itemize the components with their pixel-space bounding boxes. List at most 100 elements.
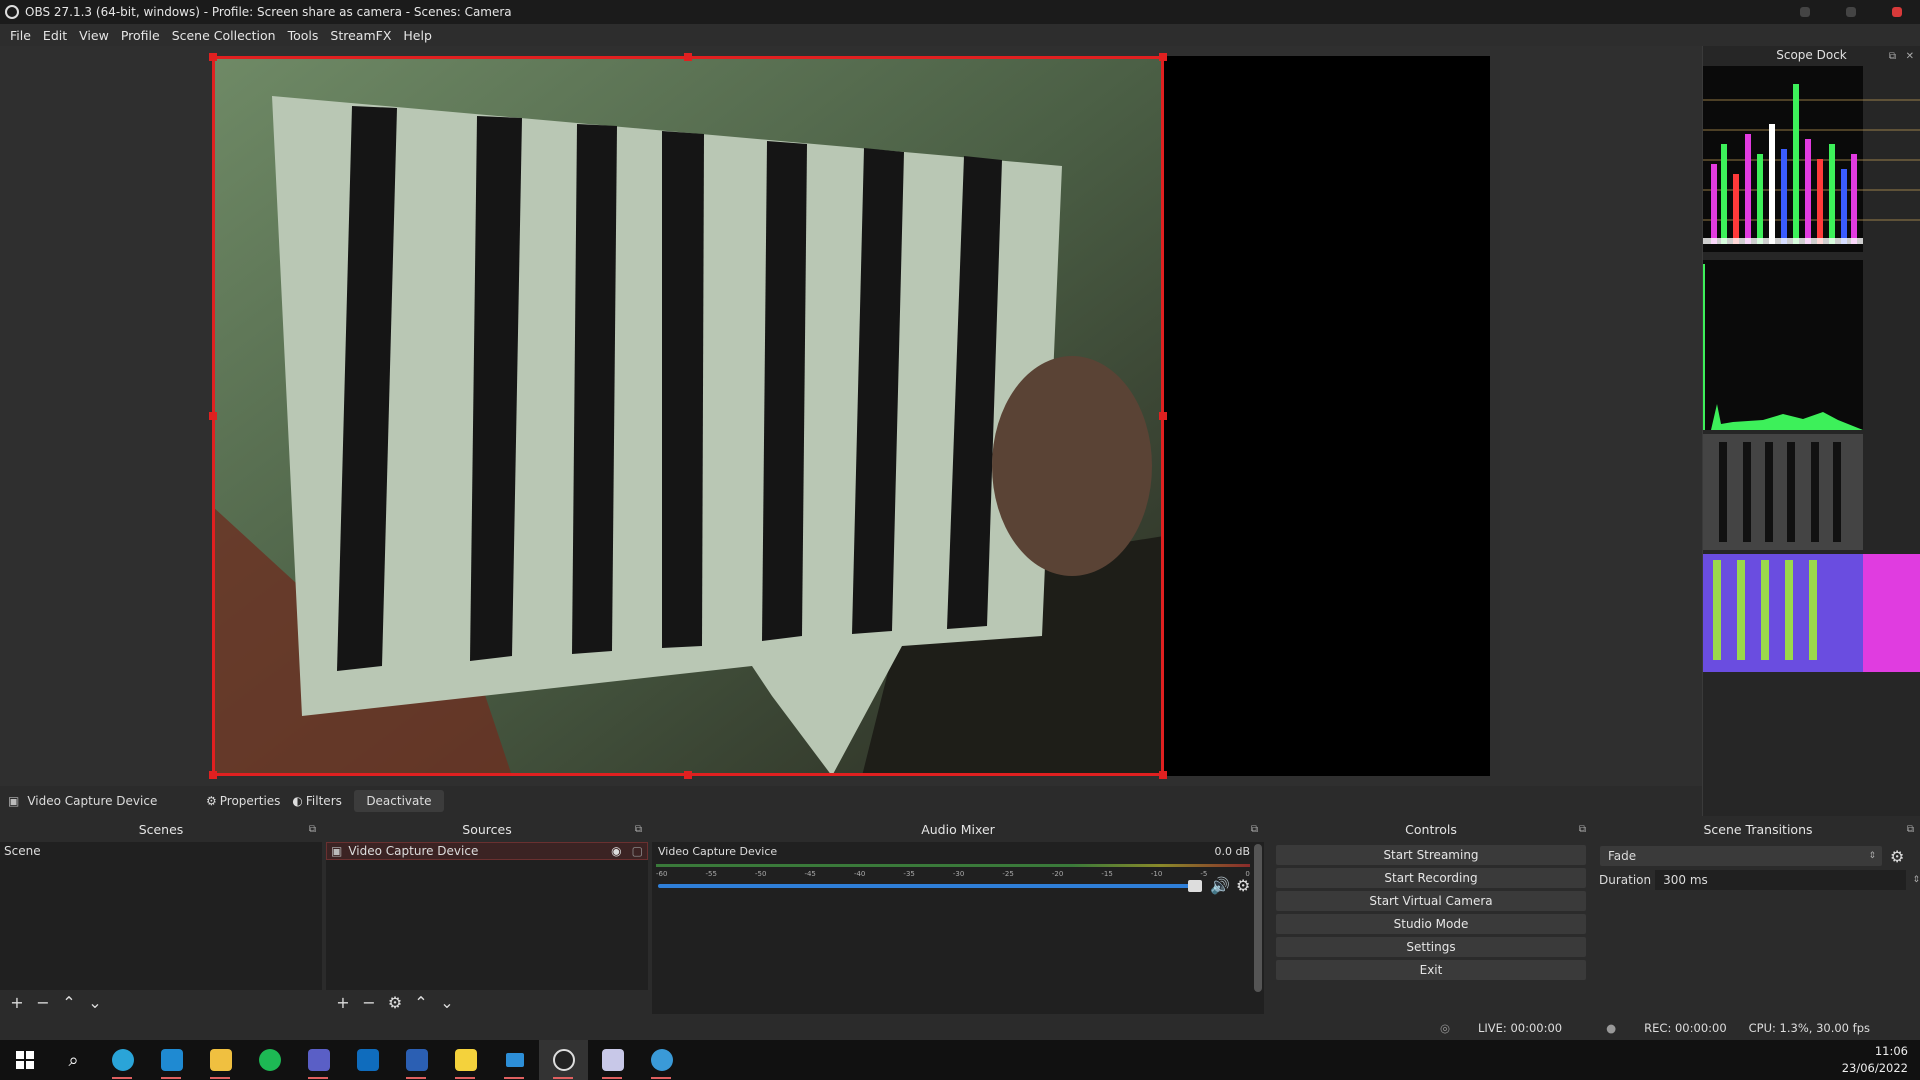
close-icon[interactable]: ✕ [1906,48,1914,66]
menu-bar: File Edit View Profile Scene Collection … [0,24,1920,46]
transition-select[interactable]: Fade ⇕ [1600,846,1882,866]
float-icon[interactable]: ⧉ [1579,818,1586,842]
scale-tick: -40 [853,870,866,878]
menu-streamfx[interactable]: StreamFX [324,28,397,43]
float-icon[interactable]: ⧉ [1889,48,1896,66]
remove-icon[interactable]: − [356,993,382,1012]
start-streaming-button[interactable]: Start Streaming [1276,845,1586,865]
start-recording-button[interactable]: Start Recording [1276,868,1586,888]
gear-icon[interactable]: ⚙ [382,993,408,1012]
resize-handle-left[interactable] [209,412,217,420]
app-window-icon[interactable] [588,1040,637,1080]
live-time: LIVE: 00:00:00 [1478,1021,1563,1035]
menu-view[interactable]: View [73,28,115,43]
scope-dock-title: Scope Dock [1776,48,1847,62]
sticky-notes-icon[interactable] [441,1040,490,1080]
start-virtual-camera-button[interactable]: Start Virtual Camera [1276,891,1586,911]
scale-tick: -35 [903,870,915,878]
move-up-icon[interactable]: ⌃ [408,993,434,1012]
vscode-icon[interactable] [147,1040,196,1080]
settings-button[interactable]: Settings [1276,937,1586,957]
gear-icon[interactable]: ⚙ [1236,876,1250,895]
float-icon[interactable]: ⧉ [635,818,642,842]
gear-icon[interactable]: ⚙ [1890,847,1904,866]
network-app-icon[interactable] [490,1040,539,1080]
eye-icon[interactable]: ◉ [611,842,621,860]
source-selection-box[interactable] [212,56,1164,776]
resize-handle-bottom-left[interactable] [209,771,217,779]
resize-handle-top-left[interactable] [209,53,217,61]
scenes-header: Scenes ⧉ [0,818,322,842]
menu-help[interactable]: Help [397,28,438,43]
scenes-title: Scenes [138,822,184,837]
obs-icon[interactable] [539,1040,588,1080]
studio-mode-button[interactable]: Studio Mode [1276,914,1586,934]
lock-icon[interactable]: ▢ [632,842,643,860]
channel-db: 0.0 dB [1214,845,1250,858]
float-icon[interactable]: ⧉ [1907,818,1914,842]
spin-icon[interactable]: ⇕ [1912,875,1920,885]
outlook-icon[interactable] [343,1040,392,1080]
file-explorer-icon[interactable] [196,1040,245,1080]
float-icon[interactable]: ⧉ [1251,818,1258,842]
remove-icon[interactable]: − [30,993,56,1012]
level-meter [656,864,1250,867]
scope-dock: Scope Dock ⧉ ✕ [1702,46,1920,816]
move-down-icon[interactable]: ⌄ [82,993,108,1012]
menu-tools[interactable]: Tools [282,28,325,43]
resize-handle-bottom[interactable] [684,771,692,779]
windows-start-icon[interactable] [0,1040,49,1080]
word-icon[interactable] [392,1040,441,1080]
scale-tick: -50 [754,870,767,878]
resize-handle-right[interactable] [1159,412,1167,420]
menu-file[interactable]: File [4,28,37,43]
app-cloud-icon[interactable] [637,1040,686,1080]
transition-select-value: Fade [1608,849,1637,863]
deactivate-button[interactable]: Deactivate [353,790,444,812]
live-status: ◎ LIVE: 00:00:00 [1418,1021,1562,1035]
system-clock[interactable]: 11:06 23/06/2022 [1842,1043,1908,1077]
resize-handle-bottom-right[interactable] [1159,771,1167,779]
add-icon[interactable]: + [330,993,356,1012]
speaker-icon[interactable]: 🔊 [1210,876,1230,895]
exit-button[interactable]: Exit [1276,960,1586,980]
cpu-status: CPU: 1.3%, 30.00 fps [1748,1021,1870,1035]
volume-slider-track[interactable] [658,884,1194,888]
float-icon[interactable]: ⧉ [309,818,316,842]
camera-icon: ▣ [331,844,343,858]
filters-label: Filters [305,794,342,808]
scale-tick: -20 [1051,870,1064,878]
gear-icon: ⚙ [206,794,217,808]
duration-value: 300 ms [1663,873,1708,887]
record-dot-icon: ● [1606,1021,1617,1035]
teams-icon[interactable] [294,1040,343,1080]
clock-date: 23/06/2022 [1841,1061,1908,1075]
filters-button[interactable]: ◐ Filters [286,790,347,812]
move-up-icon[interactable]: ⌃ [56,993,82,1012]
maximize-button[interactable] [1828,0,1874,24]
source-item[interactable]: ▣ Video Capture Device ◉ ▢ [326,842,648,860]
menu-profile[interactable]: Profile [115,28,166,43]
scenes-footer: + − ⌃ ⌄ [0,990,322,1014]
resize-handle-top-right[interactable] [1159,53,1167,61]
search-icon[interactable]: ⌕ [49,1040,98,1080]
menu-edit[interactable]: Edit [37,28,73,43]
camera-icon: ▣ [8,794,20,808]
scrollbar[interactable] [1254,844,1262,992]
volume-slider-handle[interactable] [1188,880,1202,892]
resize-handle-top[interactable] [684,53,692,61]
add-icon[interactable]: + [4,993,30,1012]
spotify-icon[interactable] [245,1040,294,1080]
controls-dock: Controls ⧉ Start Streaming Start Recordi… [1270,818,1592,1014]
transitions-title: Scene Transitions [1703,822,1813,837]
scene-item[interactable]: Scene [0,842,322,860]
preview-canvas[interactable] [209,53,1490,779]
move-down-icon[interactable]: ⌄ [434,993,460,1012]
close-button[interactable] [1874,0,1920,24]
menu-scene-collection[interactable]: Scene Collection [166,28,282,43]
minimize-button[interactable] [1782,0,1828,24]
duration-field[interactable]: 300 ms [1655,870,1907,890]
properties-button[interactable]: ⚙ Properties [200,790,286,812]
controls-header: Controls ⧉ [1270,818,1592,842]
edge-browser-icon[interactable] [98,1040,147,1080]
